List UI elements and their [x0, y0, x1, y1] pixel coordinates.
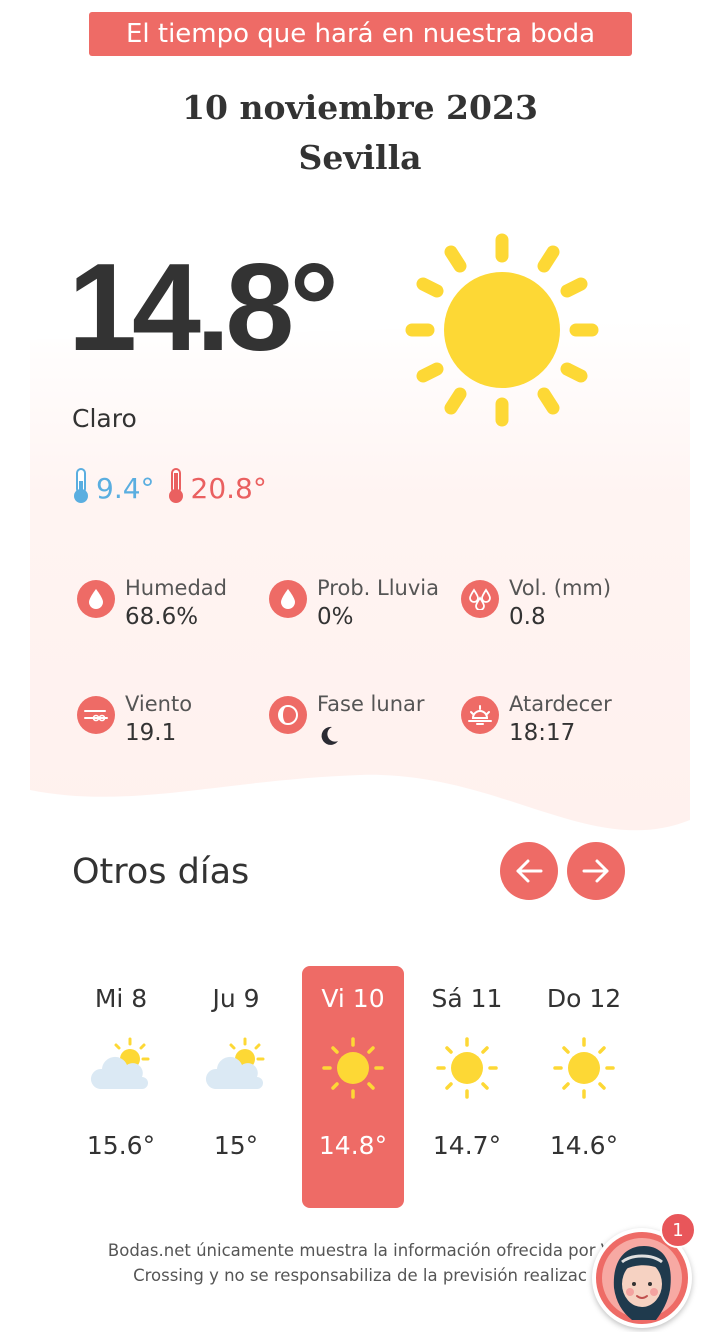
days-strip: Mi 8 15.6° Ju 9 15° Vi 10 14.8° Sá 11 14… — [62, 966, 642, 1208]
sun-icon — [402, 230, 602, 435]
current-condition: Claro — [72, 404, 137, 433]
humidity-drop-icon — [77, 580, 115, 618]
day-name: Vi 10 — [321, 984, 385, 1013]
partly-cloudy-icon — [86, 1033, 156, 1103]
day-temperature: 14.8° — [318, 1131, 388, 1160]
stat-value: 18:17 — [509, 720, 576, 746]
day-name: Sá 11 — [431, 984, 503, 1013]
stat-label: Humedad — [125, 576, 228, 600]
arrow-right-icon — [582, 859, 609, 883]
stat-label: Prob. Lluvia — [317, 576, 439, 600]
wind-icon — [77, 696, 115, 734]
stat-sunset: Atardecer 18:17 — [461, 690, 612, 748]
disclaimer: Bodas.net únicamente muestra la informac… — [40, 1238, 680, 1288]
crescent-moon-icon — [317, 724, 425, 753]
stat-wind: Viento 19.1 — [77, 690, 192, 748]
wedding-date: 10 noviembre 2023 — [182, 88, 538, 127]
disclaimer-line: Bodas.net únicamente muestra la informac… — [107, 1241, 613, 1260]
disclaimer-line: Crossing y no se responsabiliza de la pr… — [133, 1266, 587, 1285]
rain-drop-icon — [269, 580, 307, 618]
day-temperature: 15° — [213, 1131, 259, 1160]
arrow-left-icon — [516, 859, 543, 883]
stat-moon-phase: Fase lunar — [269, 690, 425, 753]
min-temperature: 9.4° — [96, 471, 155, 505]
day-card[interactable]: Ju 9 15° — [185, 966, 287, 1208]
sun-icon — [549, 1033, 619, 1103]
day-name: Ju 9 — [212, 984, 260, 1013]
stat-rain-probability: Prob. Lluvia 0% — [269, 574, 439, 632]
max-temperature: 20.8° — [190, 471, 267, 505]
sunset-icon — [461, 696, 499, 734]
stat-value: 0.8 — [509, 604, 546, 630]
cold-thermometer-icon — [70, 467, 92, 510]
day-temperature: 15.6° — [86, 1131, 156, 1160]
day-card[interactable]: Mi 8 15.6° — [70, 966, 172, 1208]
min-max-temperature: 9.4° 20.8° — [70, 467, 267, 510]
stat-rain-volume: Vol. (mm) 0.8 — [461, 574, 611, 632]
next-days-button[interactable] — [567, 842, 625, 900]
day-temperature: 14.6° — [549, 1131, 619, 1160]
stat-label: Vol. (mm) — [509, 576, 612, 600]
day-card[interactable]: Sá 11 14.7° — [416, 966, 518, 1208]
hot-thermometer-icon — [165, 467, 187, 510]
prev-days-button[interactable] — [500, 842, 558, 900]
stat-value: 19.1 — [125, 720, 177, 746]
wedding-city: Sevilla — [298, 138, 422, 177]
wedding-weather-banner: El tiempo que hará en nuestra boda — [89, 12, 632, 56]
rain-volume-icon — [461, 580, 499, 618]
stat-label: Atardecer — [509, 692, 612, 716]
other-days-title: Otros días — [72, 852, 250, 892]
stat-label: Viento — [125, 692, 193, 716]
day-temperature: 14.7° — [432, 1131, 502, 1160]
day-name: Mi 8 — [94, 984, 148, 1013]
day-card-selected[interactable]: Vi 10 14.8° — [302, 966, 404, 1208]
day-card[interactable]: Do 12 14.6° — [533, 966, 635, 1208]
sun-icon — [318, 1033, 388, 1103]
notification-badge: 1 — [660, 1212, 696, 1248]
moon-phase-icon — [269, 696, 307, 734]
day-name: Do 12 — [546, 984, 622, 1013]
stat-value: 68.6% — [125, 604, 199, 630]
sun-icon — [432, 1033, 502, 1103]
stat-humidity: Humedad 68.6% — [77, 574, 227, 632]
partly-cloudy-icon — [201, 1033, 271, 1103]
stat-label: Fase lunar — [317, 692, 425, 716]
current-temperature: 14.8° — [68, 239, 339, 377]
stat-value: 0% — [317, 604, 354, 630]
